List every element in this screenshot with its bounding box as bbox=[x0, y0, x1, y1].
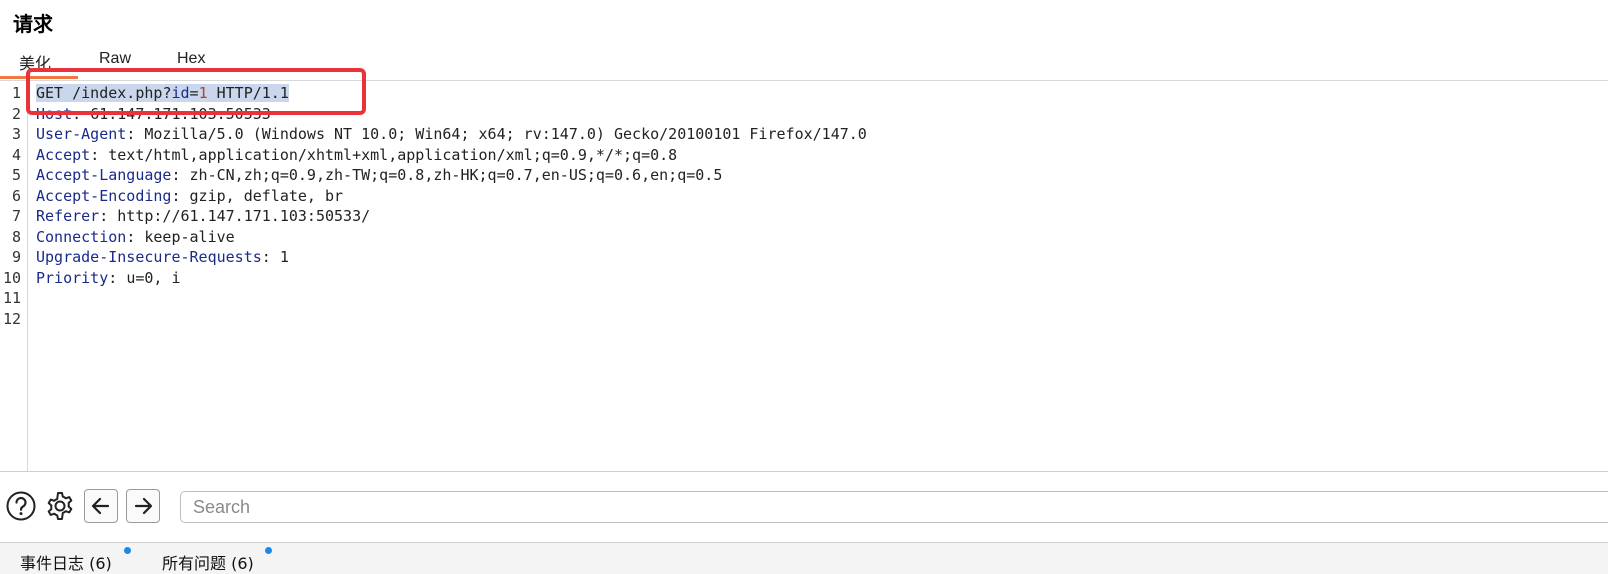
header-line-priority[interactable]: Priority: u=0, i bbox=[36, 268, 181, 289]
header-value: 1 bbox=[279, 248, 289, 266]
header-separator: : bbox=[261, 248, 280, 266]
panel-title: 请求 bbox=[13, 12, 53, 36]
notification-dot bbox=[124, 547, 131, 554]
next-button[interactable] bbox=[126, 489, 160, 523]
help-icon[interactable] bbox=[4, 489, 38, 523]
header-separator: : bbox=[108, 268, 127, 287]
line-number: 11 bbox=[2, 289, 21, 307]
line-number: 4 bbox=[11, 145, 21, 164]
line-gutter: 1 2 3 4 5 6 7 8 9 10 11 12 bbox=[0, 81, 28, 471]
line-number: 7 bbox=[11, 207, 21, 225]
tab-hex[interactable]: Hex bbox=[177, 50, 205, 68]
line-number: 6 bbox=[11, 186, 21, 205]
header-name: Accept bbox=[36, 145, 91, 164]
header-separator: : bbox=[99, 207, 118, 225]
header-value: http://61.147.171.103:50533/ bbox=[117, 207, 371, 225]
line-number: 10 bbox=[2, 268, 21, 287]
header-name: Priority bbox=[36, 268, 109, 287]
header-value: keep-alive bbox=[144, 227, 235, 246]
line-number: 1 bbox=[11, 84, 21, 102]
header-value: zh-CN,zh;q=0.9,zh-TW;q=0.8,zh-HK;q=0.7,e… bbox=[189, 166, 723, 184]
status-bar: 事件日志 (6) 所有问题 (6) bbox=[0, 543, 1608, 574]
header-name: Accept-Language bbox=[36, 166, 172, 184]
tab-raw[interactable]: Raw bbox=[99, 50, 131, 68]
editor-toolbar bbox=[0, 472, 1608, 542]
header-line-referer[interactable]: Referer: http://61.147.171.103:50533/ bbox=[36, 206, 370, 227]
header-line-upgrade-insecure-requests[interactable]: Upgrade-Insecure-Requests: 1 bbox=[36, 247, 289, 268]
header-name: User-Agent bbox=[36, 125, 127, 143]
line-number: 12 bbox=[2, 309, 21, 328]
line-number: 9 bbox=[11, 248, 21, 266]
header-line-accept-encoding[interactable]: Accept-Encoding: gzip, deflate, br bbox=[36, 186, 343, 207]
header-separator: : bbox=[126, 125, 145, 143]
header-value: text/html,application/xhtml+xml,applicat… bbox=[108, 145, 678, 164]
header-value: Mozilla/5.0 (Windows NT 10.0; Win64; x64… bbox=[144, 125, 867, 143]
gear-icon[interactable] bbox=[43, 489, 77, 523]
line-number: 5 bbox=[11, 166, 21, 184]
annotation-highlight-box bbox=[26, 68, 366, 115]
request-editor[interactable]: 1 2 3 4 5 6 7 8 9 10 11 12 GET /index.ph… bbox=[0, 81, 1608, 471]
header-value: u=0, i bbox=[126, 268, 181, 287]
header-separator: : bbox=[90, 145, 109, 164]
header-separator: : bbox=[126, 227, 145, 246]
arrow-left-icon bbox=[91, 497, 110, 515]
event-log-link[interactable]: 事件日志 (6) bbox=[20, 550, 112, 574]
line-number: 3 bbox=[11, 125, 21, 143]
notification-dot bbox=[265, 547, 272, 554]
line-number: 8 bbox=[11, 227, 21, 246]
header-name: Referer bbox=[36, 207, 100, 225]
header-name: Connection bbox=[36, 227, 127, 246]
previous-button[interactable] bbox=[84, 489, 118, 523]
all-issues-link[interactable]: 所有问题 (6) bbox=[162, 550, 254, 574]
header-separator: : bbox=[171, 186, 190, 205]
header-value: gzip, deflate, br bbox=[189, 186, 344, 205]
header-name: Accept-Encoding bbox=[36, 186, 172, 205]
header-line-connection[interactable]: Connection: keep-alive bbox=[36, 227, 235, 248]
header-name: Upgrade-Insecure-Requests bbox=[36, 248, 262, 266]
arrow-right-icon bbox=[134, 497, 153, 515]
search-input[interactable] bbox=[180, 491, 1608, 523]
header-separator: : bbox=[171, 166, 190, 184]
line-number: 2 bbox=[11, 104, 21, 123]
header-line-accept[interactable]: Accept: text/html,application/xhtml+xml,… bbox=[36, 145, 677, 166]
header-line-user-agent[interactable]: User-Agent: Mozilla/5.0 (Windows NT 10.0… bbox=[36, 124, 867, 145]
header-line-accept-language[interactable]: Accept-Language: zh-CN,zh;q=0.9,zh-TW;q=… bbox=[36, 165, 722, 186]
